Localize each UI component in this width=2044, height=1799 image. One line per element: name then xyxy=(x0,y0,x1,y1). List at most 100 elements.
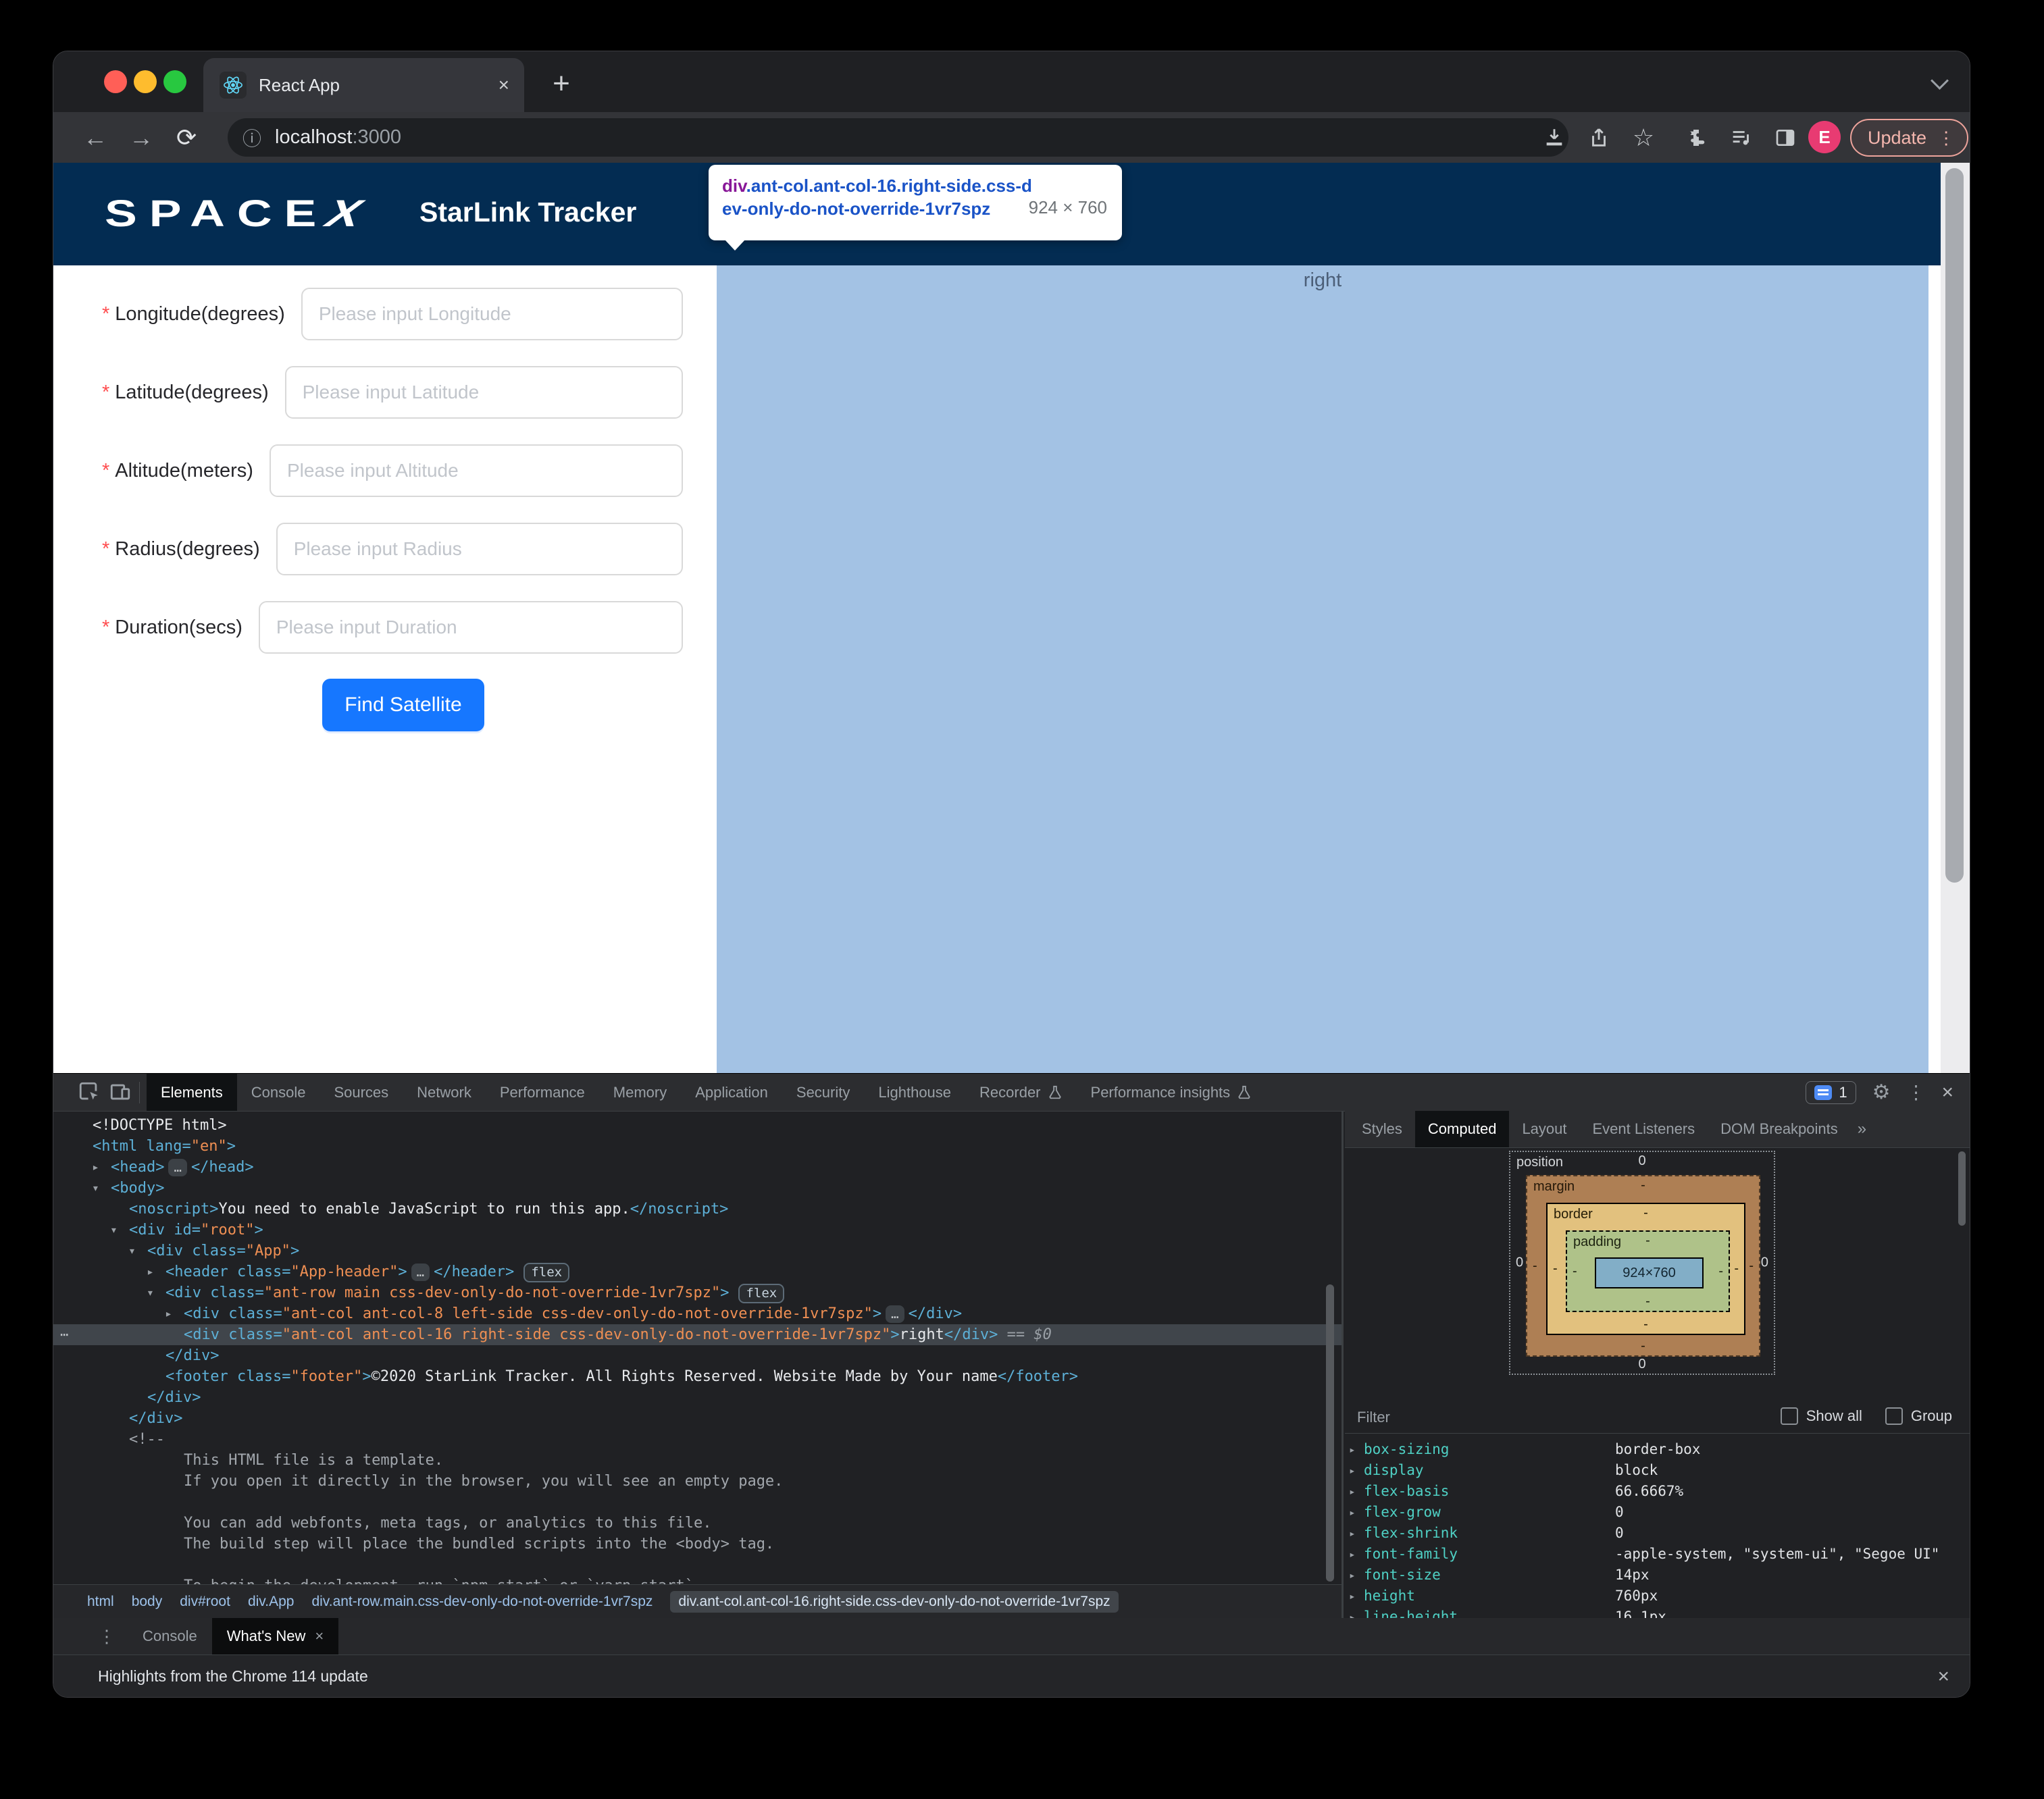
margin-left-value[interactable]: - xyxy=(1533,1258,1537,1274)
profile-avatar[interactable]: E xyxy=(1808,121,1841,153)
elements-tree-row[interactable]: If you open it directly in the browser, … xyxy=(53,1471,1342,1492)
browser-menu-kebab-icon[interactable]: ⋮ xyxy=(1937,128,1955,149)
elements-tree-row[interactable]: ▸ <div class="ant-col ant-col-8 left-side… xyxy=(53,1303,1342,1324)
download-icon[interactable] xyxy=(1537,120,1572,155)
whats-new-message[interactable]: Highlights from the Chrome 114 update xyxy=(98,1667,368,1686)
browser-tab[interactable]: React App × xyxy=(203,58,524,112)
devtools-tab-memory[interactable]: Memory xyxy=(599,1074,681,1111)
twisty-collapsed-icon[interactable]: ▸ xyxy=(1349,1502,1356,1523)
device-toolbar-icon[interactable] xyxy=(109,1080,133,1105)
elements-tree-row[interactable]: ⋯ <div class="ant-col ant-col-16 right-si… xyxy=(53,1324,1342,1345)
page-scrollbar-thumb[interactable] xyxy=(1945,168,1964,883)
position-top-value[interactable]: 0 xyxy=(1638,1153,1645,1169)
update-button[interactable]: Update ⋮ xyxy=(1850,119,1969,157)
elements-tree-row[interactable]: ▸ <header class="App-header">… </header> fl… xyxy=(53,1261,1342,1282)
twisty-collapsed-icon[interactable]: ▸ xyxy=(1349,1565,1356,1586)
elements-tree-row[interactable]: This HTML file is a template. xyxy=(53,1450,1342,1471)
breadcrumb-item-div-ant-row-main-css-dev-only-do-not-override-1vr7spz[interactable]: div.ant-row.main.css-dev-only-do-not-ove… xyxy=(311,1594,653,1610)
elements-tree-row[interactable]: ▾ <div class="ant-row main css-dev-only-d… xyxy=(53,1282,1342,1303)
padding-bottom-value[interactable]: - xyxy=(1645,1294,1650,1309)
padding-left-value[interactable]: - xyxy=(1573,1263,1577,1279)
devtools-tab-performance[interactable]: Performance xyxy=(486,1074,599,1111)
twisty-collapsed-icon[interactable]: ▸ xyxy=(92,1157,99,1178)
devtools-tab-elements[interactable]: Elements xyxy=(147,1074,237,1111)
find-satellite-button[interactable]: Find Satellite xyxy=(322,679,484,731)
close-whats-new-icon[interactable]: × xyxy=(315,1627,324,1645)
field-input-duration-secs[interactable] xyxy=(258,601,683,654)
breadcrumb-item-html[interactable]: html xyxy=(87,1594,114,1610)
sidebar-tab-layout[interactable]: Layout xyxy=(1509,1111,1579,1147)
elements-tree-row[interactable]: <!-- xyxy=(53,1429,1342,1450)
twisty-collapsed-icon[interactable]: ▸ xyxy=(147,1261,154,1282)
box-model-margin[interactable]: margin - - - - border - - - - padding - xyxy=(1526,1175,1760,1357)
computed-property-row[interactable]: ▸ line-height 16.1px xyxy=(1345,1607,1970,1618)
border-bottom-value[interactable]: - xyxy=(1643,1317,1648,1332)
elements-tree-row[interactable]: You can add webfonts, meta tags, or anal… xyxy=(53,1513,1342,1534)
reload-icon[interactable]: ⟳ xyxy=(176,112,197,163)
twisty-collapsed-icon[interactable]: ▸ xyxy=(1349,1460,1356,1481)
elements-tree-row[interactable]: <footer class="footer">©2020 StarLink Tr… xyxy=(53,1366,1342,1387)
elements-scrollbar-thumb[interactable] xyxy=(1326,1284,1334,1582)
breadcrumb-item-div-root[interactable]: div#root xyxy=(180,1594,230,1610)
computed-property-row[interactable]: ▸ height 760px xyxy=(1345,1586,1970,1607)
console-messages-badge[interactable]: 1 xyxy=(1806,1080,1856,1104)
border-left-value[interactable]: - xyxy=(1553,1261,1558,1277)
twisty-collapsed-icon[interactable]: ▸ xyxy=(1349,1439,1356,1460)
position-bottom-value[interactable]: 0 xyxy=(1638,1357,1645,1372)
close-tab-icon[interactable]: × xyxy=(499,74,509,96)
border-top-value[interactable]: - xyxy=(1643,1205,1648,1221)
field-input-radius-degrees[interactable] xyxy=(276,523,683,575)
elements-tree-row[interactable] xyxy=(53,1492,1342,1513)
devtools-tab-performance-insights[interactable]: Performance insights xyxy=(1077,1074,1267,1111)
devtools-tab-security[interactable]: Security xyxy=(782,1074,864,1111)
elements-tree-row[interactable]: </div> xyxy=(53,1408,1342,1429)
drawer-tab-what-s-new[interactable]: What's New × xyxy=(211,1618,339,1654)
expand-inline-icon[interactable]: … xyxy=(168,1159,187,1176)
breadcrumb-item-div-app[interactable]: div.App xyxy=(248,1594,295,1610)
share-icon[interactable] xyxy=(1581,120,1616,155)
position-right-value[interactable]: 0 xyxy=(1761,1255,1768,1271)
inspect-element-icon[interactable] xyxy=(78,1080,102,1105)
window-minimize-icon[interactable] xyxy=(134,70,157,93)
computed-property-row[interactable]: ▸ flex-basis 66.6667% xyxy=(1345,1481,1970,1502)
sidebar-tab-dom-breakpoints[interactable]: DOM Breakpoints xyxy=(1708,1111,1851,1147)
elements-tree-row[interactable]: ▸ <head>… </head> xyxy=(53,1157,1342,1178)
devtools-tab-network[interactable]: Network xyxy=(403,1074,486,1111)
sidebar-tab-computed[interactable]: Computed xyxy=(1414,1111,1510,1147)
window-close-icon[interactable] xyxy=(104,70,127,93)
field-input-longitude-degrees[interactable] xyxy=(301,288,683,340)
breadcrumb-item-div-ant-col-ant-col-16-right-side-css-dev-only-do-not-override-1vr7spz[interactable]: div.ant-col.ant-col-16.right-side.css-de… xyxy=(670,1590,1119,1613)
padding-right-value[interactable]: - xyxy=(1718,1263,1723,1279)
box-model-border[interactable]: border - - - - padding - - - - 924×760 xyxy=(1546,1203,1745,1335)
flex-badge[interactable]: flex xyxy=(738,1284,785,1303)
row-overflow-icon[interactable]: ⋯ xyxy=(60,1324,68,1345)
chevron-down-icon[interactable] xyxy=(1931,72,1951,92)
pane-divider[interactable] xyxy=(1342,1111,1344,1618)
border-right-value[interactable]: - xyxy=(1734,1261,1739,1277)
elements-tree-row[interactable]: To begin the development, run `npm start… xyxy=(53,1575,1342,1584)
devtools-menu-kebab-icon[interactable]: ⋮ xyxy=(1906,1081,1925,1103)
elements-tree-row[interactable]: ▾ <div id="root"> xyxy=(53,1220,1342,1241)
elements-tree-row[interactable]: <html lang="en"> xyxy=(53,1136,1342,1157)
flex-badge[interactable]: flex xyxy=(523,1263,570,1282)
twisty-collapsed-icon[interactable]: ▸ xyxy=(1349,1586,1356,1607)
field-input-latitude-degrees[interactable] xyxy=(284,366,683,419)
window-zoom-icon[interactable] xyxy=(163,70,186,93)
elements-tree-row[interactable]: <!DOCTYPE html> xyxy=(53,1115,1342,1136)
filter-input[interactable]: Filter xyxy=(1357,1409,1390,1426)
padding-top-value[interactable]: - xyxy=(1645,1233,1650,1249)
settings-gear-icon[interactable]: ⚙ xyxy=(1872,1080,1891,1104)
twisty-expanded-icon[interactable]: ▾ xyxy=(147,1282,154,1303)
expand-inline-icon[interactable]: … xyxy=(886,1305,904,1323)
devtools-tab-recorder[interactable]: Recorder xyxy=(965,1074,1076,1111)
computed-property-row[interactable]: ▸ display block xyxy=(1345,1460,1970,1481)
media-list-icon[interactable] xyxy=(1723,120,1758,155)
page-scrollbar[interactable] xyxy=(1941,163,1970,1073)
sidebar-tab-styles[interactable]: Styles xyxy=(1349,1111,1415,1147)
group-checkbox[interactable]: Group xyxy=(1885,1407,1952,1425)
field-input-altitude-meters[interactable] xyxy=(269,444,683,497)
devtools-tab-console[interactable]: Console xyxy=(237,1074,320,1111)
computed-property-row[interactable]: ▸ font-family -apple-system, "system-ui", … xyxy=(1345,1544,1970,1565)
forward-icon[interactable]: → xyxy=(129,112,153,163)
twisty-collapsed-icon[interactable]: ▸ xyxy=(1349,1544,1356,1565)
